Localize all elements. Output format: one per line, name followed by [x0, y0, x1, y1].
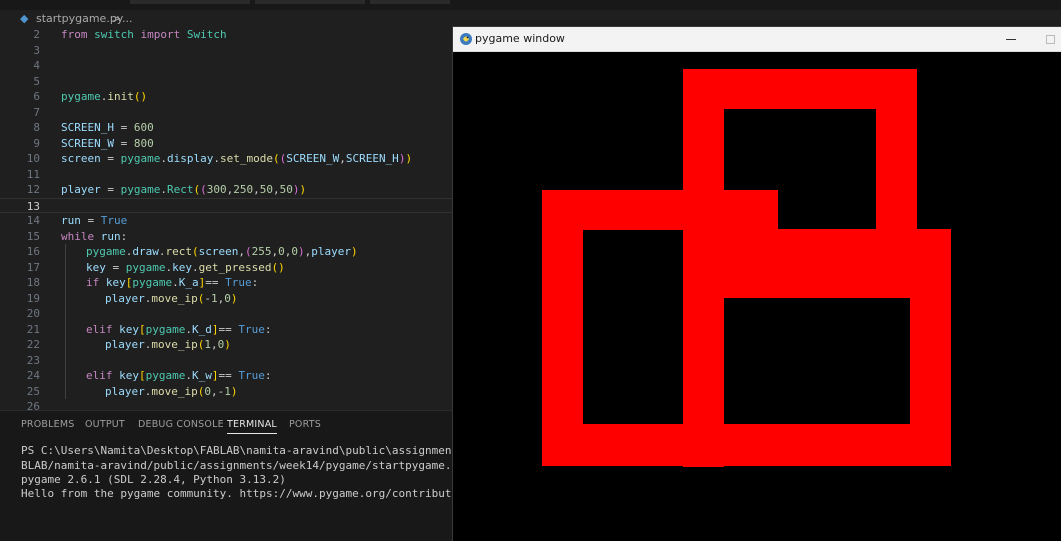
line-number: 23 [26, 353, 40, 367]
line-number: 21 [26, 322, 40, 336]
code-line[interactable]: 21 elif key[pygame.K_d]== True: [0, 322, 452, 338]
pygame-snake-icon [460, 33, 472, 45]
editor-tab[interactable] [255, 0, 365, 4]
code-text: SCREEN_H = 600 [61, 121, 154, 134]
code-text: while run: [61, 229, 128, 243]
code-text: player.move_ip(0,-1) [105, 384, 238, 398]
code-line[interactable]: 14 run = True [0, 213, 452, 229]
editor-tab[interactable] [370, 0, 450, 4]
code-text: player.move_ip(-1,0) [105, 291, 238, 305]
terminal-line: pygame 2.6.1 (SDL 2.28.4, Python 3.13.2) [21, 473, 286, 486]
line-number: 19 [26, 291, 40, 305]
code-line[interactable]: 5 [0, 74, 452, 90]
line-number: 24 [26, 369, 40, 382]
code-line[interactable]: 16 pygame.draw.rect(screen,(255,0,0),play… [0, 244, 452, 260]
line-number: 13 [26, 199, 40, 213]
tab-problems[interactable]: PROBLEMS [21, 419, 74, 430]
code-line[interactable]: 7 [0, 105, 452, 121]
breadcrumb: ◆ startpygame.py > ... [0, 10, 452, 27]
code-line[interactable]: 20 [0, 306, 452, 322]
red-drawn-rect [876, 69, 917, 229]
terminal-line: PS C:\Users\Namita\Desktop\FABLAB\namita… [21, 444, 505, 457]
code-line[interactable]: 25 player.move_ip(0,-1) [0, 384, 452, 400]
line-number: 12 [26, 183, 40, 196]
code-line[interactable]: 19 player.move_ip(-1,0) [0, 291, 452, 307]
code-line[interactable]: 11 [0, 167, 452, 183]
terminal-line: BLAB/namita-aravind/public/assignments/w… [21, 459, 465, 472]
code-line[interactable]: 13 [0, 197, 452, 213]
line-number: 15 [26, 229, 40, 243]
line-number: 7 [33, 105, 40, 119]
editor-tab-strip [0, 0, 1061, 10]
indent-guide [65, 244, 66, 399]
code-line[interactable]: 15 while run: [0, 229, 452, 245]
line-number: 4 [33, 59, 40, 72]
python-file-icon: ◆ [20, 12, 29, 25]
pygame-window[interactable]: pygame window [452, 26, 1061, 541]
tab-debug-console[interactable]: DEBUG CONSOLE [138, 419, 224, 430]
line-number: 9 [33, 136, 40, 150]
line-number: 22 [26, 338, 40, 351]
breadcrumb-file[interactable]: startpygame.py [36, 10, 123, 27]
chevron-right-icon: > [112, 12, 122, 25]
code-text: if key[pygame.K_a]== True: [86, 276, 259, 289]
line-number: 6 [33, 90, 40, 103]
pygame-canvas[interactable] [453, 52, 1061, 541]
maximize-button[interactable] [1041, 29, 1061, 49]
code-line[interactable]: 4 [0, 58, 452, 74]
line-number: 11 [26, 167, 40, 181]
code-text: player.move_ip(1,0) [105, 338, 231, 351]
code-text: SCREEN_W = 800 [61, 136, 154, 150]
line-number: 10 [26, 152, 40, 165]
line-number: 18 [26, 276, 40, 289]
editor-tab[interactable] [130, 0, 250, 4]
code-line[interactable]: 22 player.move_ip(1,0) [0, 337, 452, 353]
code-text: from switch import Switch [61, 28, 227, 41]
line-number: 5 [33, 74, 40, 88]
red-drawn-rect [683, 69, 724, 467]
tab-output[interactable]: OUTPUT [85, 419, 125, 430]
line-number: 26 [26, 400, 40, 410]
line-number: 2 [33, 28, 40, 41]
line-number: 16 [26, 245, 40, 258]
pygame-title-bar[interactable]: pygame window [453, 27, 1061, 52]
code-line[interactable]: 26 [0, 399, 452, 410]
code-line[interactable]: 23 [0, 353, 452, 369]
code-text: run = True [61, 214, 128, 227]
code-text: pygame.init() [61, 90, 148, 103]
code-line[interactable]: 12 player = pygame.Rect((300,250,50,50)) [0, 182, 452, 198]
code-line[interactable]: 24 elif key[pygame.K_w]== True: [0, 368, 452, 384]
code-line[interactable]: 18 if key[pygame.K_a]== True: [0, 275, 452, 291]
red-drawn-rect [542, 424, 951, 466]
code-line[interactable]: 9 SCREEN_W = 800 [0, 136, 452, 152]
minimize-button[interactable] [1001, 29, 1021, 49]
line-number: 25 [26, 384, 40, 398]
code-line[interactable]: 6 pygame.init() [0, 89, 452, 105]
line-number: 20 [26, 307, 40, 320]
line-number: 8 [33, 121, 40, 134]
line-number: 3 [33, 43, 40, 57]
code-line[interactable]: 2 from switch import Switch [0, 27, 452, 43]
code-text: pygame.draw.rect(screen,(255,0,0),player… [86, 245, 358, 258]
code-line[interactable]: 8 SCREEN_H = 600 [0, 120, 452, 136]
line-number: 14 [26, 214, 40, 227]
code-line[interactable]: 3 [0, 43, 452, 59]
code-text: elif key[pygame.K_w]== True: [86, 369, 272, 382]
code-line[interactable]: 17 key = pygame.key.get_pressed() [0, 260, 452, 276]
breadcrumb-more[interactable]: ... [122, 10, 133, 27]
code-text: player = pygame.Rect((300,250,50,50)) [61, 183, 307, 196]
tab-ports[interactable]: PORTS [289, 419, 321, 430]
code-text: elif key[pygame.K_d]== True: [86, 322, 272, 336]
code-text: key = pygame.key.get_pressed() [86, 260, 285, 274]
bottom-panel: PROBLEMS OUTPUT DEBUG CONSOLE TERMINAL P… [0, 410, 504, 541]
terminal-line: Hello from the pygame community. https:/… [21, 487, 492, 500]
tab-terminal[interactable]: TERMINAL [227, 419, 277, 434]
red-drawn-rect [724, 190, 778, 230]
code-line[interactable]: 10 screen = pygame.display.set_mode((SCRE… [0, 151, 452, 167]
code-text: screen = pygame.display.set_mode((SCREEN… [61, 152, 413, 165]
line-number: 17 [26, 260, 40, 274]
pygame-window-title: pygame window [475, 32, 565, 45]
code-editor[interactable]: 2 from switch import Switch 3 4 5 6 pygame.ini… [0, 27, 452, 410]
